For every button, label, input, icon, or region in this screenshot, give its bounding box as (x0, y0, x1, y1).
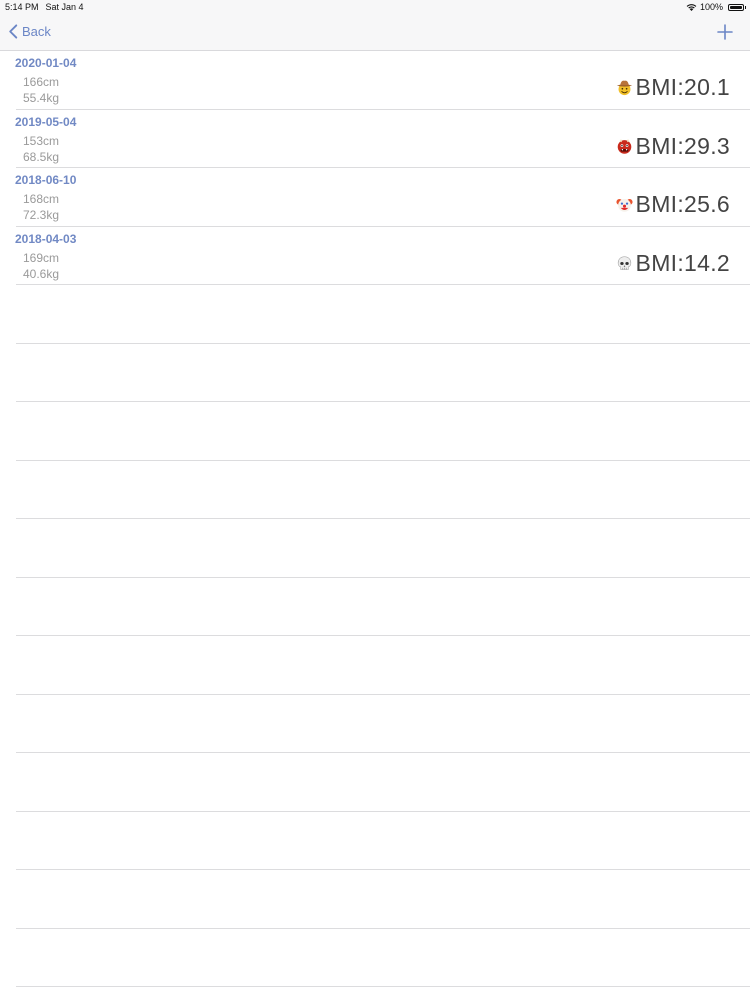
status-left: 5:14 PM Sat Jan 4 (5, 2, 84, 12)
record-weight: 40.6kg (23, 266, 60, 281)
record-bmi: BMI:29.3 (616, 133, 730, 160)
record-height: 169cm (23, 250, 60, 265)
bmi-value: BMI:29.3 (635, 132, 730, 159)
record-height: 168cm (23, 192, 60, 206)
record-date: 2020-01-04 (15, 56, 77, 70)
empty-row (16, 402, 750, 461)
empty-row (16, 519, 750, 578)
skull-icon (617, 255, 631, 270)
record-date: 2018-06-10 (15, 173, 77, 187)
list-item[interactable]: 2018-06-10 168cm 72.3kg BMI:25.6 (15, 168, 750, 227)
list-item[interactable]: 2019-05-04 153cm 68.5kg BMI:29.3 (15, 110, 750, 168)
screen: 5:14 PM Sat Jan 4 100% Back 2020-01-04 1… (0, 0, 750, 1000)
empty-row (16, 285, 750, 344)
status-time: 5:14 PM (5, 2, 39, 12)
bmi-value: BMI:25.6 (635, 191, 730, 217)
chevron-left-icon (9, 24, 18, 39)
navigation-bar: Back (0, 15, 750, 51)
record-height: 153cm (23, 133, 60, 148)
record-date: 2018-04-03 (15, 231, 77, 246)
bmi-value: BMI:14.2 (635, 249, 730, 276)
empty-row (16, 636, 750, 695)
battery-icon (728, 3, 746, 11)
record-bmi: BMI:14.2 (616, 250, 730, 277)
empty-row (16, 812, 750, 870)
back-label: Back (22, 24, 51, 39)
empty-row (16, 461, 750, 519)
list-item[interactable]: 2020-01-04 166cm 55.4kg BMI:20.1 (15, 51, 750, 110)
record-height: 166cm (23, 75, 60, 89)
record-weight: 72.3kg (23, 208, 60, 222)
wifi-icon (686, 3, 697, 11)
bmi-record-list: 2020-01-04 166cm 55.4kg BMI:20.1 2019-05… (0, 51, 750, 987)
empty-row (16, 753, 750, 812)
back-button[interactable]: Back (8, 24, 51, 39)
status-bar: 5:14 PM Sat Jan 4 100% (0, 0, 750, 15)
bmi-value: BMI:20.1 (635, 74, 730, 100)
empty-row (16, 578, 750, 636)
battery-percent: 100% (699, 2, 723, 12)
record-bmi: BMI:25.6 (615, 191, 730, 218)
clown-face-icon (615, 198, 633, 212)
empty-row (16, 344, 750, 402)
empty-row (16, 929, 750, 987)
cowboy-face-icon (616, 80, 632, 96)
status-right: 100% (686, 2, 746, 12)
empty-row (16, 870, 750, 929)
record-weight: 68.5kg (23, 149, 60, 164)
empty-row (16, 695, 750, 753)
plus-icon[interactable] (716, 23, 734, 41)
record-date: 2019-05-04 (15, 114, 77, 129)
record-weight: 55.4kg (23, 91, 60, 105)
status-date: Sat Jan 4 (45, 2, 84, 12)
record-bmi: BMI:20.1 (616, 74, 730, 101)
ogre-face-icon (617, 138, 631, 154)
list-item[interactable]: 2018-04-03 169cm 40.6kg BMI:14.2 (15, 227, 750, 285)
